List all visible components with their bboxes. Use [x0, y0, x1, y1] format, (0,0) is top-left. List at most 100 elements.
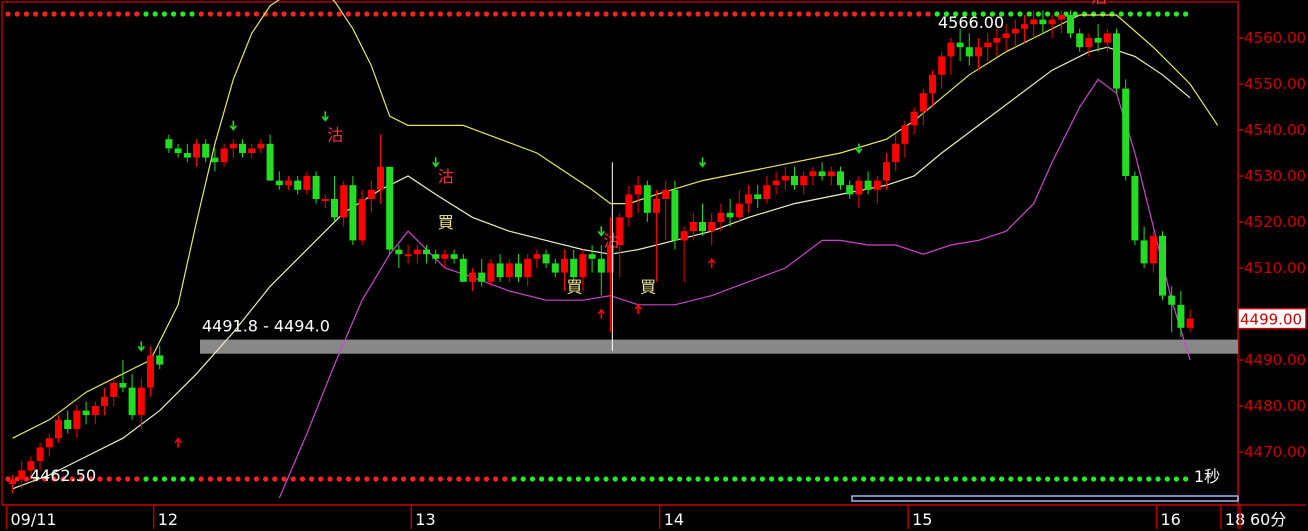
bottom-dot [207, 476, 213, 482]
top-dot [787, 11, 793, 17]
low-label: 4462.50 [30, 466, 96, 485]
scroll-indicator [851, 495, 1239, 502]
bottom-dot [989, 476, 996, 482]
bottom-dot [750, 476, 756, 482]
bottom-dot [548, 476, 554, 482]
bottom-dot [759, 476, 766, 482]
top-dot [557, 11, 563, 17]
bottom-dot [152, 476, 158, 482]
bottom-dot [143, 476, 149, 482]
bottom-dot [539, 476, 545, 482]
top-dot [401, 11, 407, 17]
bottom-dot [1054, 476, 1060, 482]
top-dot [281, 11, 287, 17]
candle-body [386, 166, 394, 250]
bottom-dot [263, 476, 269, 482]
top-dot [594, 11, 600, 17]
y-tick-label: 4520.00 [1244, 213, 1306, 231]
bottom-dot [769, 476, 775, 482]
candle-body [1131, 176, 1139, 241]
candle-body [165, 139, 173, 149]
candle-body [367, 189, 375, 199]
candle-body [597, 258, 605, 273]
top-dot [649, 11, 655, 17]
candle-body [321, 199, 329, 201]
bottom-dot [833, 476, 839, 482]
signal-arrow-down [137, 341, 145, 352]
top-dot [1118, 11, 1124, 17]
trade-marker: 沽 [438, 167, 454, 186]
candle-body [202, 143, 210, 158]
signal-arrow-up [597, 308, 605, 319]
y-tick-label: 4470.00 [1244, 443, 1306, 461]
top-dot [520, 11, 526, 17]
bottom-dot [787, 476, 793, 482]
bottom-dot [594, 476, 600, 482]
trade-marker: 沽 [603, 231, 619, 250]
bottom-dot [502, 476, 508, 482]
top-dot [1109, 11, 1115, 17]
bottom-dot [1155, 476, 1161, 482]
y-tick-label: 4490.00 [1244, 351, 1306, 369]
top-dot [603, 11, 609, 17]
candle-body [496, 263, 504, 278]
bottom-dot [649, 476, 655, 482]
top-dot [640, 11, 646, 17]
bottom-dot [851, 476, 858, 482]
top-dot [373, 11, 379, 17]
bottom-dot [732, 476, 738, 482]
bottom-dot [667, 476, 674, 482]
top-dot [253, 11, 259, 17]
candle-body [892, 143, 900, 163]
x-tick-label: 13 [415, 510, 435, 529]
chart-window: 4560.00 4550.00 4540.00 4530.00 4520.00 4510.… [0, 0, 1308, 531]
candle-body [174, 148, 182, 153]
bottom-dot [189, 476, 195, 482]
candle-body [193, 143, 200, 158]
lower-band-line [278, 78, 1191, 499]
top-dot [511, 11, 517, 17]
bottom-dot [253, 476, 259, 482]
candle-body [800, 176, 808, 186]
candle-body [441, 254, 449, 259]
candle-body [1048, 19, 1056, 25]
bottom-dot [345, 476, 351, 482]
candle-body [542, 254, 550, 264]
top-dot [143, 11, 149, 17]
candle-body [285, 180, 292, 186]
candle-body [910, 111, 918, 126]
bottom-dot [1081, 476, 1087, 482]
timeframe-label: 60分 [1250, 510, 1286, 529]
bottom-dot [483, 476, 489, 482]
x-tick-label: 16 [1161, 510, 1181, 529]
top-dot [244, 11, 250, 17]
top-dot [161, 11, 167, 17]
top-dot [1045, 11, 1051, 17]
top-dot [713, 11, 720, 17]
top-dot [575, 11, 582, 17]
bottom-dot [971, 476, 977, 482]
top-dot [621, 11, 628, 17]
candlestick-chart[interactable]: 4560.00 4550.00 4540.00 4530.00 4520.00 4510.… [0, 0, 1308, 531]
trade-marker: 買 [438, 213, 454, 232]
top-dot [833, 11, 839, 17]
x-tick-label: 09/11 [11, 510, 57, 529]
top-dot [474, 11, 480, 17]
y-tick-label: 4530.00 [1244, 167, 1306, 185]
top-dot [115, 11, 121, 17]
top-dot [732, 11, 738, 17]
top-dot [888, 11, 894, 17]
candle-body [1149, 235, 1157, 264]
x-tick-label: 15 [912, 510, 932, 529]
bottom-dot [226, 476, 232, 482]
top-dot [879, 11, 885, 17]
top-dot [677, 11, 683, 17]
bottom-dot [575, 476, 582, 482]
candle-body [524, 258, 532, 278]
x-tick-label: 12 [158, 510, 178, 529]
top-dot [907, 11, 913, 17]
top-dot [327, 11, 333, 17]
bottom-dot [106, 476, 112, 482]
bottom-dot [125, 476, 131, 482]
top-dot [1081, 11, 1087, 17]
